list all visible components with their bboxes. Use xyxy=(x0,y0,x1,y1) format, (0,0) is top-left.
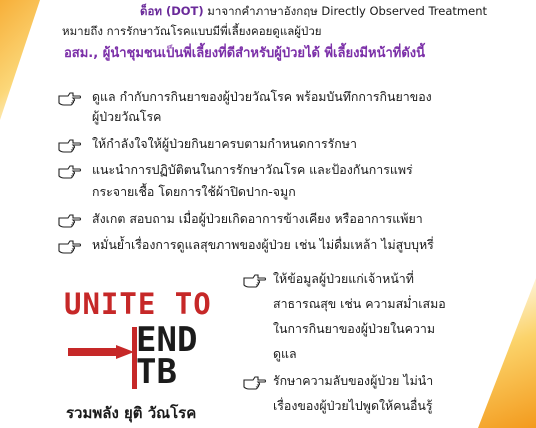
pointing-hand-icon xyxy=(58,165,82,179)
logo-line-tb: TB xyxy=(136,352,177,392)
right-duty-text-continued: ในการกินยาของผู้ป่วยในความ xyxy=(273,321,436,336)
pointing-hand-icon xyxy=(243,376,267,390)
pointing-hand-icon xyxy=(58,92,82,106)
duty-text: ให้กำลังใจให้ผู้ป่วยกินยาครบตามกำหนดการร… xyxy=(92,136,357,151)
dot-term: ด็อท (DOT) xyxy=(140,4,204,18)
duty-text: แนะนำการปฏิบัติตนในการรักษาวัณโรค และป้อ… xyxy=(92,162,413,177)
right-duty-text-continued: เรื่องของผู้ป่วยไปพูดให้คนอื่นรู้ xyxy=(273,398,433,413)
dot-meaning: หมายถึง การรักษาวัณโรคแบบมีพี่เลี้ยงคอยด… xyxy=(62,24,322,38)
duty-text: ดูแล กำกับการกินยาของผู้ป่วยวัณโรค พร้อม… xyxy=(92,89,432,104)
duty-text: สังเกต สอบถาม เมื่อผู้ป่วยเกิดอาการข้างเ… xyxy=(92,211,423,226)
pointing-hand-icon xyxy=(243,274,267,288)
duties-heading: อสม., ผู้นำชุมชนเป็นพี่เลี้ยงที่ดีสำหรับ… xyxy=(64,46,426,61)
pointing-hand-icon xyxy=(58,139,82,153)
pointing-hand-icon xyxy=(58,240,82,254)
dot-definition: ด็อท (DOT) มาจากคำภาษาอังกฤษ Directly Ob… xyxy=(140,2,487,20)
right-duty-text: รักษาความลับของผู้ป่วย ไม่นำ xyxy=(273,373,434,388)
corner-accent-bottom-right xyxy=(478,278,536,428)
right-duty-text: ให้ข้อมูลผู้ป่วยแก่เจ้าหน้าที่ xyxy=(273,271,414,286)
duty-text-continued: ผู้ป่วยวัณโรค xyxy=(92,109,162,124)
unite-to-end-tb-logo: UNITE TO END TB xyxy=(64,287,232,389)
duty-text-continued: กระจายเชื้อ โดยการใช้ผ้าปิดปาก-จมูก xyxy=(92,184,296,199)
duty-text: หมั่นย้ำเรื่องการดูแลสุขภาพของผู้ป่วย เช… xyxy=(92,237,434,252)
arrow-icon xyxy=(68,345,134,359)
right-duty-text-continued: สาธารณสุข เช่น ความสม่ำเสมอ xyxy=(273,296,446,311)
pointing-hand-icon xyxy=(58,214,82,228)
right-duty-text-continued: ดูแล xyxy=(273,346,297,361)
corner-accent-top-left xyxy=(0,0,40,120)
dot-description: มาจากคำภาษาอังกฤษ Directly Observed Trea… xyxy=(207,4,487,18)
campaign-caption: รวมพลัง ยุติ วัณโรค xyxy=(66,404,197,422)
logo-line-unite-to: UNITE TO xyxy=(64,287,212,321)
